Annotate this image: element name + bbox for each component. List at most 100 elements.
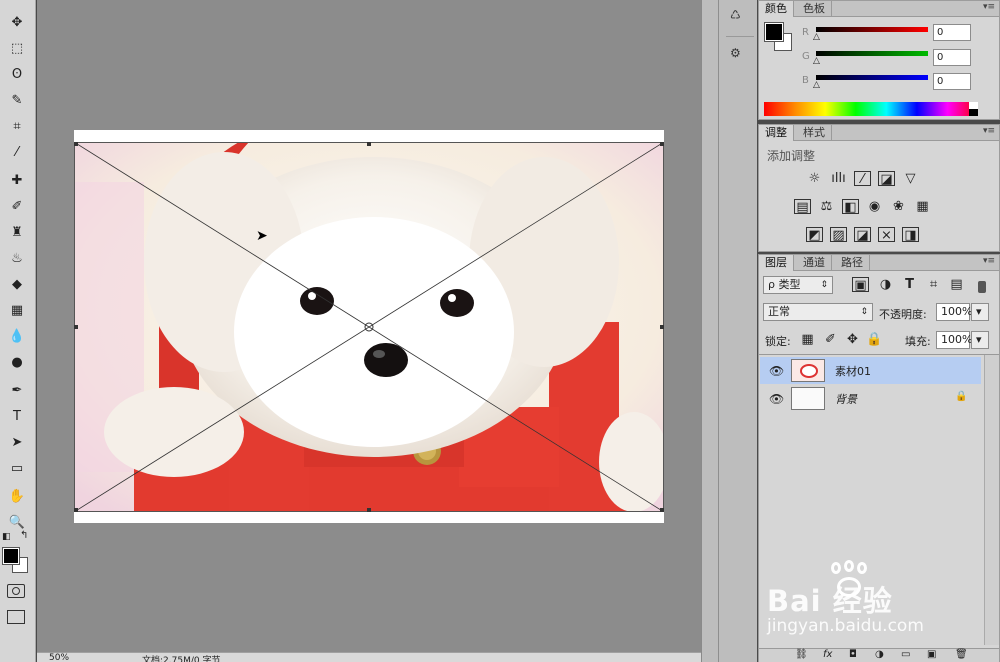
- black-white-icon[interactable]: ◧: [842, 199, 859, 215]
- opacity-slider-button[interactable]: ▾: [971, 303, 989, 321]
- type-tool-icon[interactable]: T: [6, 406, 28, 426]
- brightness-icon[interactable]: ☼: [806, 171, 823, 186]
- lock-transparent-icon[interactable]: ▦: [799, 332, 816, 347]
- lock-position-icon[interactable]: ✥: [844, 332, 861, 347]
- panel-menu-icon[interactable]: ▾≡: [983, 126, 995, 136]
- tab-paths[interactable]: 路径: [835, 255, 870, 271]
- move-tool-icon[interactable]: ✥: [6, 12, 28, 32]
- color-balance-icon[interactable]: ⚖: [818, 199, 835, 214]
- eraser-tool-icon[interactable]: ◆: [6, 274, 28, 294]
- posterize-icon[interactable]: ▨: [830, 227, 847, 243]
- history-panel-icon[interactable]: ♺: [730, 8, 750, 28]
- filter-pixel-icon[interactable]: ▣: [852, 277, 869, 293]
- swap-colors-icon[interactable]: ↰: [20, 530, 28, 541]
- healing-brush-tool-icon[interactable]: ✚: [6, 170, 28, 190]
- crop-tool-icon[interactable]: ⌗: [6, 116, 28, 136]
- blue-slider[interactable]: [816, 75, 928, 80]
- tab-adjustments[interactable]: 调整: [759, 125, 794, 141]
- layer-filter-dropdown[interactable]: ρ 类型 ⇕: [763, 276, 833, 294]
- zoom-level[interactable]: 50%: [49, 653, 69, 662]
- tab-swatches[interactable]: 色板: [797, 1, 832, 17]
- quick-mask-icon[interactable]: [7, 584, 25, 598]
- zoom-tool-icon[interactable]: 🔍: [6, 512, 28, 532]
- new-layer-icon[interactable]: ▣: [927, 649, 936, 660]
- foreground-color-chip[interactable]: [764, 22, 784, 42]
- layer-style-icon[interactable]: fx: [823, 649, 832, 660]
- filter-adjustment-icon[interactable]: ◑: [877, 277, 894, 292]
- filter-toggle[interactable]: [978, 281, 986, 293]
- threshold-icon[interactable]: ◪: [854, 227, 871, 243]
- color-lookup-icon[interactable]: ▦: [914, 199, 931, 214]
- add-mask-icon[interactable]: ◘: [849, 649, 857, 660]
- fill-input[interactable]: 100%: [936, 331, 972, 349]
- tab-channels[interactable]: 通道: [797, 255, 832, 271]
- gradient-map-icon[interactable]: ◨: [902, 227, 919, 243]
- filter-smart-object-icon[interactable]: ▤: [948, 277, 965, 292]
- visibility-eye-icon[interactable]: 👁: [769, 392, 784, 406]
- delete-layer-icon[interactable]: 🗑: [955, 649, 968, 660]
- opacity-input[interactable]: 100%: [936, 303, 972, 321]
- channel-mixer-icon[interactable]: ❀: [890, 199, 907, 214]
- layer-row-material01[interactable]: 👁 素材01: [760, 357, 981, 384]
- doc-info[interactable]: 文档:2.75M/0 字节: [142, 653, 220, 662]
- actions-panel-icon[interactable]: ⚙: [730, 46, 750, 66]
- hand-tool-icon[interactable]: ✋: [6, 486, 28, 506]
- marquee-tool-icon[interactable]: ⬚: [6, 38, 28, 58]
- blend-mode-dropdown[interactable]: 正常 ⇕: [763, 303, 873, 321]
- layer-name[interactable]: 素材01: [835, 363, 871, 379]
- screen-mode-icon[interactable]: [7, 610, 25, 624]
- quick-select-tool-icon[interactable]: ✎: [6, 90, 28, 110]
- lock-all-icon[interactable]: 🔒: [866, 332, 883, 347]
- red-value-input[interactable]: 0: [933, 24, 971, 41]
- tab-layers[interactable]: 图层: [759, 255, 794, 271]
- gradient-tool-icon[interactable]: ▦: [6, 300, 28, 320]
- photo-filter-icon[interactable]: ◉: [866, 199, 883, 214]
- panel-menu-icon[interactable]: ▾≡: [983, 2, 995, 12]
- brush-tool-icon[interactable]: ✐: [6, 196, 28, 216]
- blue-slider-handle[interactable]: △: [813, 80, 820, 90]
- layer-name[interactable]: 背景: [835, 391, 857, 407]
- clone-stamp-tool-icon[interactable]: ♜: [6, 222, 28, 242]
- puppy-image-layer[interactable]: [74, 142, 664, 512]
- watermark-url: jingyan.baidu.com: [767, 616, 924, 636]
- lasso-tool-icon[interactable]: ʘ: [6, 64, 28, 84]
- curves-icon[interactable]: ⁄: [854, 171, 871, 187]
- red-slider[interactable]: [816, 27, 928, 32]
- blue-value-input[interactable]: 0: [933, 73, 971, 90]
- vibrance-icon[interactable]: ▽: [902, 171, 919, 186]
- lock-paint-icon[interactable]: ✐: [822, 332, 839, 347]
- filter-type-icon[interactable]: T: [901, 277, 918, 292]
- exposure-icon[interactable]: ◪: [878, 171, 895, 187]
- spectrum-black-white[interactable]: [969, 102, 978, 116]
- green-slider-handle[interactable]: △: [813, 56, 820, 66]
- selective-color-icon[interactable]: ⨯: [878, 227, 895, 243]
- shape-tool-icon[interactable]: ▭: [6, 458, 28, 478]
- fill-slider-button[interactable]: ▾: [971, 331, 989, 349]
- new-group-icon[interactable]: ▭: [901, 649, 910, 660]
- eyedropper-tool-icon[interactable]: ⁄: [6, 142, 28, 162]
- panel-menu-icon[interactable]: ▾≡: [983, 256, 995, 266]
- history-brush-tool-icon[interactable]: ♨: [6, 248, 28, 268]
- default-colors-icon[interactable]: ◧: [2, 532, 11, 542]
- document-canvas[interactable]: ➤: [37, 0, 701, 652]
- tab-styles[interactable]: 样式: [797, 125, 832, 141]
- visibility-eye-icon[interactable]: 👁: [769, 364, 784, 378]
- path-select-tool-icon[interactable]: ➤: [6, 432, 28, 452]
- invert-icon[interactable]: ◩: [806, 227, 823, 243]
- layer-row-background[interactable]: 👁 背景 🔒: [760, 385, 981, 412]
- tab-color[interactable]: 颜色: [759, 1, 794, 17]
- color-spectrum-ramp[interactable]: [764, 102, 978, 116]
- hue-saturation-icon[interactable]: ▤: [794, 199, 811, 215]
- green-value-input[interactable]: 0: [933, 49, 971, 66]
- link-layers-icon[interactable]: ⛓: [795, 649, 808, 660]
- dodge-tool-icon[interactable]: ●: [6, 352, 28, 372]
- red-slider-handle[interactable]: △: [813, 32, 820, 42]
- levels-icon[interactable]: ıllı: [830, 171, 847, 186]
- filter-shape-icon[interactable]: ⌗: [925, 277, 942, 292]
- foreground-color-swatch[interactable]: [2, 547, 20, 565]
- pen-tool-icon[interactable]: ✒: [6, 380, 28, 400]
- green-slider[interactable]: [816, 51, 928, 56]
- adjustment-layer-icon[interactable]: ◑: [875, 649, 884, 660]
- blur-tool-icon[interactable]: 💧: [6, 326, 28, 346]
- layer-thumbnail: [791, 387, 825, 410]
